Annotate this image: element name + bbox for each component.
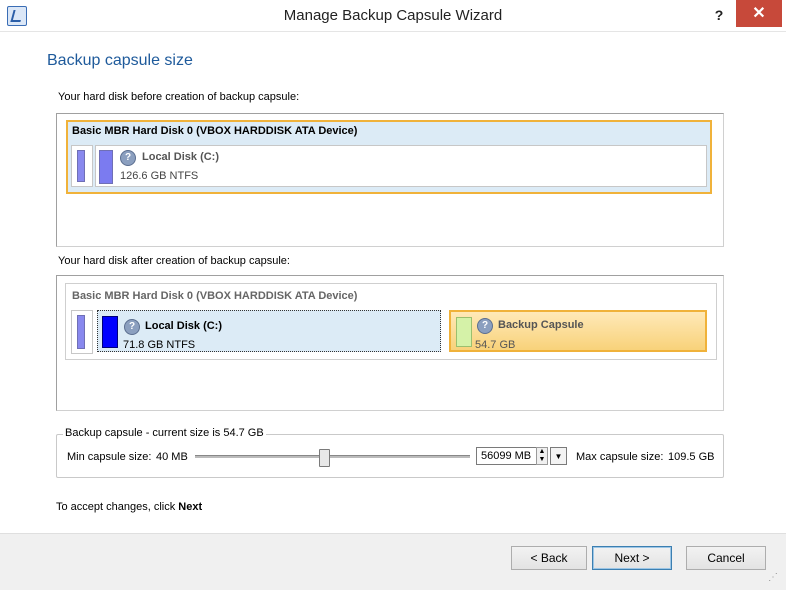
min-size-value: 40 MB xyxy=(156,451,188,463)
capsule-size-slider-thumb[interactable] xyxy=(319,449,331,467)
min-size-label: Min capsule size: xyxy=(67,451,152,463)
capsule-size-slider-track[interactable] xyxy=(195,455,470,458)
close-button[interactable]: ✕ xyxy=(736,0,782,27)
hint-text: To accept changes, click xyxy=(56,501,179,513)
after-partition[interactable]: ? Local Disk (C:) 71.8 GB NTFS xyxy=(97,310,441,352)
back-button[interactable]: < Back xyxy=(511,546,587,570)
after-partition-name: Local Disk (C:) xyxy=(145,320,223,332)
hint-next: Next xyxy=(178,501,203,513)
before-disk-panel: Basic MBR Hard Disk 0 (VBOX HARDDISK ATA… xyxy=(56,113,724,247)
unit-dropdown[interactable]: ▼ xyxy=(550,447,567,465)
before-mbr-bar xyxy=(77,150,85,182)
before-partition[interactable]: ? Local Disk (C:) 126.6 GB NTFS xyxy=(95,145,707,187)
before-mbr-slot xyxy=(71,145,93,187)
next-button[interactable]: Next > xyxy=(592,546,672,570)
spin-up-icon[interactable]: ▲ xyxy=(537,448,547,456)
after-disk-name: Basic MBR Hard Disk 0 (VBOX HARDDISK ATA… xyxy=(72,290,358,302)
help-button[interactable]: ? xyxy=(708,5,730,25)
capsule-bar xyxy=(456,317,472,347)
before-partition-name: Local Disk (C:) xyxy=(142,151,220,163)
capsule-name: Backup Capsule xyxy=(498,319,584,331)
question-icon: ? xyxy=(477,318,493,334)
page-title: Backup capsule size xyxy=(47,52,193,69)
spin-down-icon[interactable]: ▼ xyxy=(537,456,547,464)
before-partition-bar xyxy=(99,150,113,184)
before-caption: Your hard disk before creation of backup… xyxy=(58,91,300,103)
question-icon: ? xyxy=(124,319,140,335)
capsule-size-spinner[interactable]: ▲ ▼ xyxy=(536,447,548,465)
capsule-group-legend: Backup capsule - current size is 54.7 GB xyxy=(63,427,266,439)
accept-hint: To accept changes, click Next xyxy=(56,501,202,513)
capsule-size: 54.7 GB xyxy=(475,339,516,351)
after-mbr-bar xyxy=(77,315,85,349)
after-disk-frame[interactable]: Basic MBR Hard Disk 0 (VBOX HARDDISK ATA… xyxy=(65,283,717,360)
before-disk-name: Basic MBR Hard Disk 0 (VBOX HARDDISK ATA… xyxy=(72,125,358,137)
question-icon: ? xyxy=(120,150,136,166)
max-size-value: 109.5 GB xyxy=(668,451,715,463)
after-caption: Your hard disk after creation of backup … xyxy=(58,255,290,267)
before-partition-size: 126.6 GB NTFS xyxy=(120,170,199,182)
max-size-label: Max capsule size: xyxy=(576,451,664,463)
title-bar: Manage Backup Capsule Wizard ? ✕ xyxy=(0,0,786,32)
cancel-button[interactable]: Cancel xyxy=(686,546,766,570)
before-disk-frame[interactable]: Basic MBR Hard Disk 0 (VBOX HARDDISK ATA… xyxy=(66,120,712,194)
backup-capsule-partition[interactable]: ? Backup Capsule 54.7 GB xyxy=(449,310,707,352)
resize-grip-icon[interactable]: ⋰ xyxy=(768,571,782,585)
window-title: Manage Backup Capsule Wizard xyxy=(283,7,503,24)
after-partition-bar xyxy=(102,316,118,348)
after-partition-size: 71.8 GB NTFS xyxy=(123,339,196,351)
after-disk-panel: Basic MBR Hard Disk 0 (VBOX HARDDISK ATA… xyxy=(56,275,724,411)
after-mbr-slot xyxy=(71,310,93,354)
